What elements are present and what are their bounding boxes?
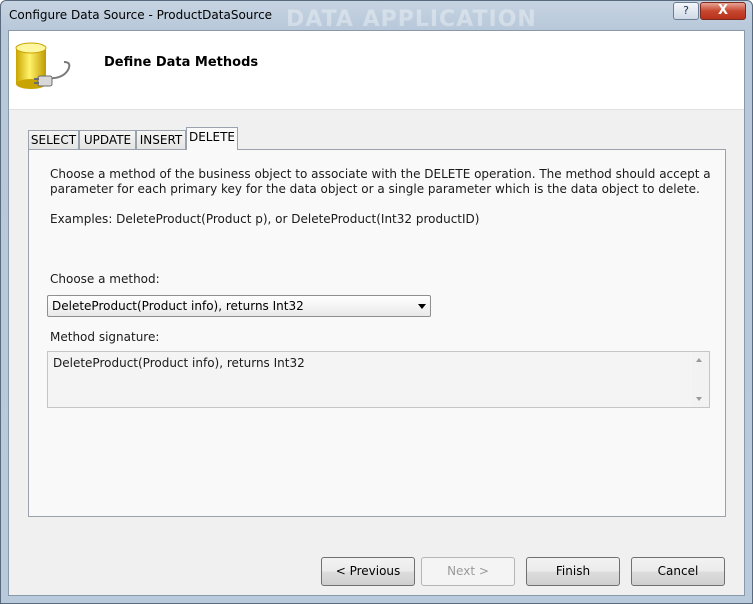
help-button[interactable]: ? xyxy=(673,2,699,20)
next-button[interactable]: Next > xyxy=(421,557,515,586)
tab-panel-delete: Choose a method of the business object t… xyxy=(28,149,726,517)
title-bar[interactable]: Configure Data Source - ProductDataSourc… xyxy=(1,1,752,32)
signature-text: DeleteProduct(Product info), returns Int… xyxy=(53,356,305,370)
method-dropdown-value: DeleteProduct(Product info), returns Int… xyxy=(52,299,304,313)
method-dropdown[interactable]: DeleteProduct(Product info), returns Int… xyxy=(47,295,431,317)
chevron-down-icon[interactable] xyxy=(418,304,426,309)
scroll-down-icon[interactable] xyxy=(696,397,702,401)
operation-description: Choose a method of the business object t… xyxy=(50,167,711,196)
close-button[interactable]: X xyxy=(700,2,746,20)
dialog-client-area: Define Data Methods SELECT UPDATE INSERT… xyxy=(8,30,745,596)
cancel-button[interactable]: Cancel xyxy=(631,557,725,586)
window-title: Configure Data Source - ProductDataSourc… xyxy=(9,8,273,22)
signature-textbox[interactable]: DeleteProduct(Product info), returns Int… xyxy=(47,351,710,408)
tab-insert[interactable]: INSERT xyxy=(136,130,186,149)
tab-select[interactable]: SELECT xyxy=(28,130,79,149)
previous-button[interactable]: < Previous xyxy=(321,557,415,586)
title-watermark: DATA APPLICATION xyxy=(286,7,537,32)
wizard-header: Define Data Methods xyxy=(9,31,744,110)
page-title: Define Data Methods xyxy=(104,55,259,70)
dialog-window: Configure Data Source - ProductDataSourc… xyxy=(0,0,753,604)
method-label: Choose a method: xyxy=(50,272,160,286)
tab-delete[interactable]: DELETE xyxy=(186,127,238,150)
database-plug-icon xyxy=(15,42,71,89)
scroll-up-icon[interactable] xyxy=(696,358,702,362)
finish-button[interactable]: Finish xyxy=(526,557,620,586)
examples-text: Examples: DeleteProduct(Product p), or D… xyxy=(50,212,480,226)
signature-label: Method signature: xyxy=(50,330,160,344)
tab-update[interactable]: UPDATE xyxy=(79,130,136,149)
signature-scrollbar[interactable] xyxy=(692,352,709,407)
